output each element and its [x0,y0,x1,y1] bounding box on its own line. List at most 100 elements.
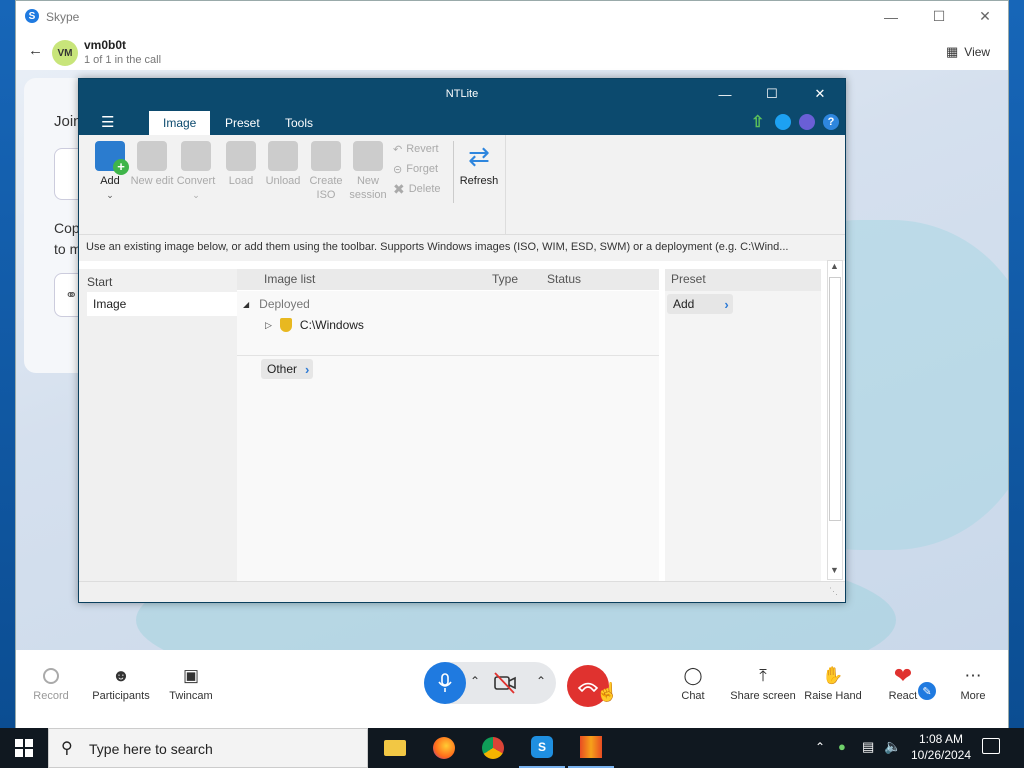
load-label: Load [228,175,254,187]
minimize-button[interactable]: — [868,1,914,32]
skype-logo-icon: S [25,9,39,23]
share-screen-icon: ⤒ [759,666,767,685]
revert-label: Revert [406,143,439,155]
ntlite-window: NTLite — ☐ ✕ ☰ Image Preset Tools ⇧ ? + … [78,78,846,603]
load-icon [226,141,256,171]
tab-preset[interactable]: Preset [211,111,274,135]
new-session-button[interactable]: New session [346,141,390,202]
scroll-up-arrow-icon[interactable]: ▲ [830,261,839,271]
new-edit-icon [137,141,167,171]
twincam-icon: ▣ [182,666,200,685]
share-screen-button[interactable]: ⤒ Share screen [728,662,798,702]
column-preset: Preset [671,272,706,286]
skype-taskbar-icon[interactable]: S [519,728,565,768]
twincam-button[interactable]: ▣ Twincam [156,662,226,702]
ntlite-close-button[interactable]: ✕ [797,79,843,109]
tree-item-label: C:\Windows [299,318,364,332]
avatar[interactable]: VM [52,40,78,66]
clock-time: 1:08 AM [918,732,964,746]
user-tray-icon[interactable]: ● [838,739,846,754]
divider [237,355,659,356]
refresh-button[interactable]: ⇄ Refresh [457,141,501,188]
column-type[interactable]: Type [492,272,518,286]
ntlite-taskbar-icon[interactable] [568,728,614,768]
delete-label: Delete [408,183,441,195]
tree-group-deployed[interactable]: ◢ Deployed [243,297,310,311]
raise-hand-icon: ✋ [822,666,844,685]
unload-button[interactable]: Unload [261,141,305,188]
expand-icon: ▷ [265,319,272,330]
ntlite-titlebar[interactable]: NTLite — ☐ ✕ [79,79,845,109]
create-iso-button[interactable]: Create ISO [304,141,348,202]
ntlite-maximize-button[interactable]: ☐ [749,79,795,109]
twitter-icon[interactable] [775,114,791,130]
edit-reaction-icon[interactable]: ✎ [916,680,938,702]
collapse-icon: ◢ [243,299,250,309]
tray-chevron-icon[interactable]: ⌃ [815,740,825,754]
call-controls: Record ☻ Participants ▣ Twincam ⌃ ⌃ ☝ ◯ … [16,650,1008,728]
scroll-down-arrow-icon[interactable]: ▼ [830,565,839,575]
back-arrow-icon[interactable]: ← [28,42,43,59]
file-explorer-icon[interactable] [372,728,418,768]
add-image-button[interactable]: + Add ⌄ [88,141,132,202]
skype-titlebar[interactable]: S Skype — ☐ ✕ [16,1,1008,32]
other-group-button[interactable]: Other › [261,359,314,379]
start-button[interactable] [0,728,48,768]
create-iso-label: Create ISO [309,175,343,201]
start-item-image[interactable]: Image [87,292,237,316]
discord-icon[interactable] [799,114,815,130]
more-icon: ⋯ [964,666,982,685]
participants-button[interactable]: ☻ Participants [86,662,156,702]
record-button[interactable]: Record [16,662,86,702]
resize-grip-icon[interactable]: ⋱ [829,586,838,597]
revert-button[interactable]: ↶ Revert [393,139,441,159]
column-status[interactable]: Status [547,272,581,286]
vertical-scrollbar[interactable]: ▲ ▼ [827,260,843,580]
video-off-button[interactable] [492,670,518,699]
column-image-list[interactable]: Image list [264,272,315,286]
help-icon[interactable]: ? [823,114,839,130]
unload-label: Unload [265,175,301,187]
ntlite-toolbar: + Add ⌄ New edit Convert ⌄ Load Unload C… [79,135,845,235]
image-list-pane: Image list Type Status ◢ Deployed ▷ C:\W… [237,269,659,581]
firefox-icon[interactable] [421,728,467,768]
grid-icon: ▦ [946,44,959,59]
delete-icon: ✖ [393,180,405,197]
video-options-chevron-icon[interactable]: ⌃ [536,674,546,688]
mic-options-chevron-icon[interactable]: ⌃ [470,674,480,688]
share-screen-label: Share screen [730,690,796,702]
volume-icon[interactable]: 🔈 [884,738,901,755]
tree-item-windows[interactable]: ▷ C:\Windows [265,318,364,332]
network-icon[interactable]: ▤ [862,739,874,755]
taskbar-search-box[interactable]: ⚲ Type here to search [48,728,368,768]
update-arrow-icon[interactable]: ⇧ [751,112,764,132]
forget-button[interactable]: ⊝ Forget [393,159,441,179]
notification-icon[interactable] [982,738,1000,754]
tree-group-label: Deployed [259,297,310,311]
delete-button[interactable]: ✖ Delete [393,179,441,199]
hamburger-menu-icon[interactable]: ☰ [101,113,114,131]
revert-icon: ↶ [393,143,403,156]
chat-label: Chat [681,690,705,702]
heart-icon: ❤ [893,663,913,688]
view-button[interactable]: ▦ View [946,44,990,60]
participants-label: Participants [92,690,150,702]
more-button[interactable]: ⋯ More [938,662,1008,702]
preset-add-button[interactable]: Add › [667,294,733,314]
load-button[interactable]: Load [219,141,263,188]
image-list-header: Image list Type Status [237,269,659,291]
chat-button[interactable]: ◯ Chat [658,662,728,702]
raise-hand-button[interactable]: ✋ Raise Hand [798,662,868,702]
ntlite-minimize-button[interactable]: — [702,79,748,109]
tab-image[interactable]: Image [149,111,211,135]
tab-tools[interactable]: Tools [271,111,327,135]
convert-button[interactable]: Convert ⌄ [174,141,218,202]
maximize-button[interactable]: ☐ [916,1,962,32]
close-button[interactable]: ✕ [962,1,1008,32]
microphone-button[interactable] [424,662,466,704]
new-edit-button[interactable]: New edit [130,141,174,188]
chrome-icon[interactable] [470,728,516,768]
new-edit-label: New edit [130,175,174,187]
scroll-thumb[interactable] [829,277,841,521]
taskbar-clock[interactable]: 1:08 AM 10/26/2024 [905,731,977,763]
